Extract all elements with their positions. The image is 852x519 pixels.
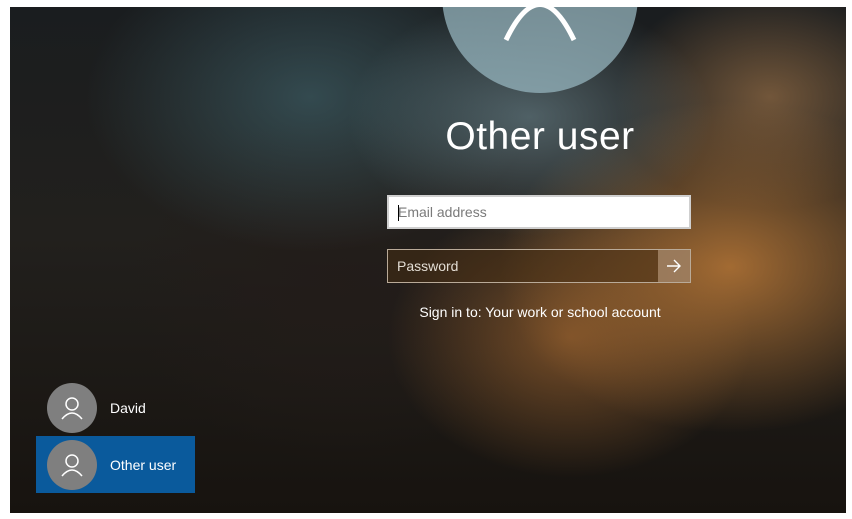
user-item-david[interactable]: David	[36, 379, 195, 436]
person-icon	[61, 396, 83, 419]
text-caret	[398, 205, 399, 221]
submit-button[interactable]	[658, 250, 690, 282]
password-input[interactable]	[388, 250, 658, 282]
person-icon	[503, 7, 577, 42]
user-name: Other user	[110, 456, 177, 473]
email-field[interactable]	[387, 195, 691, 229]
large-user-avatar	[442, 7, 638, 93]
user-name: David	[110, 399, 146, 416]
user-list: David Other user	[36, 379, 195, 493]
arrow-right-icon	[667, 259, 681, 273]
user-avatar	[47, 439, 97, 490]
user-avatar	[47, 382, 97, 433]
user-item-other-user[interactable]: Other user	[36, 436, 195, 493]
lock-screen: Other user Sign in to: Your work or scho…	[10, 7, 846, 513]
password-field[interactable]	[387, 249, 691, 283]
user-title: Other user	[445, 115, 635, 158]
sign-in-hint: Sign in to: Your work or school account	[419, 304, 661, 320]
person-icon	[61, 453, 83, 476]
email-input[interactable]	[389, 197, 689, 227]
